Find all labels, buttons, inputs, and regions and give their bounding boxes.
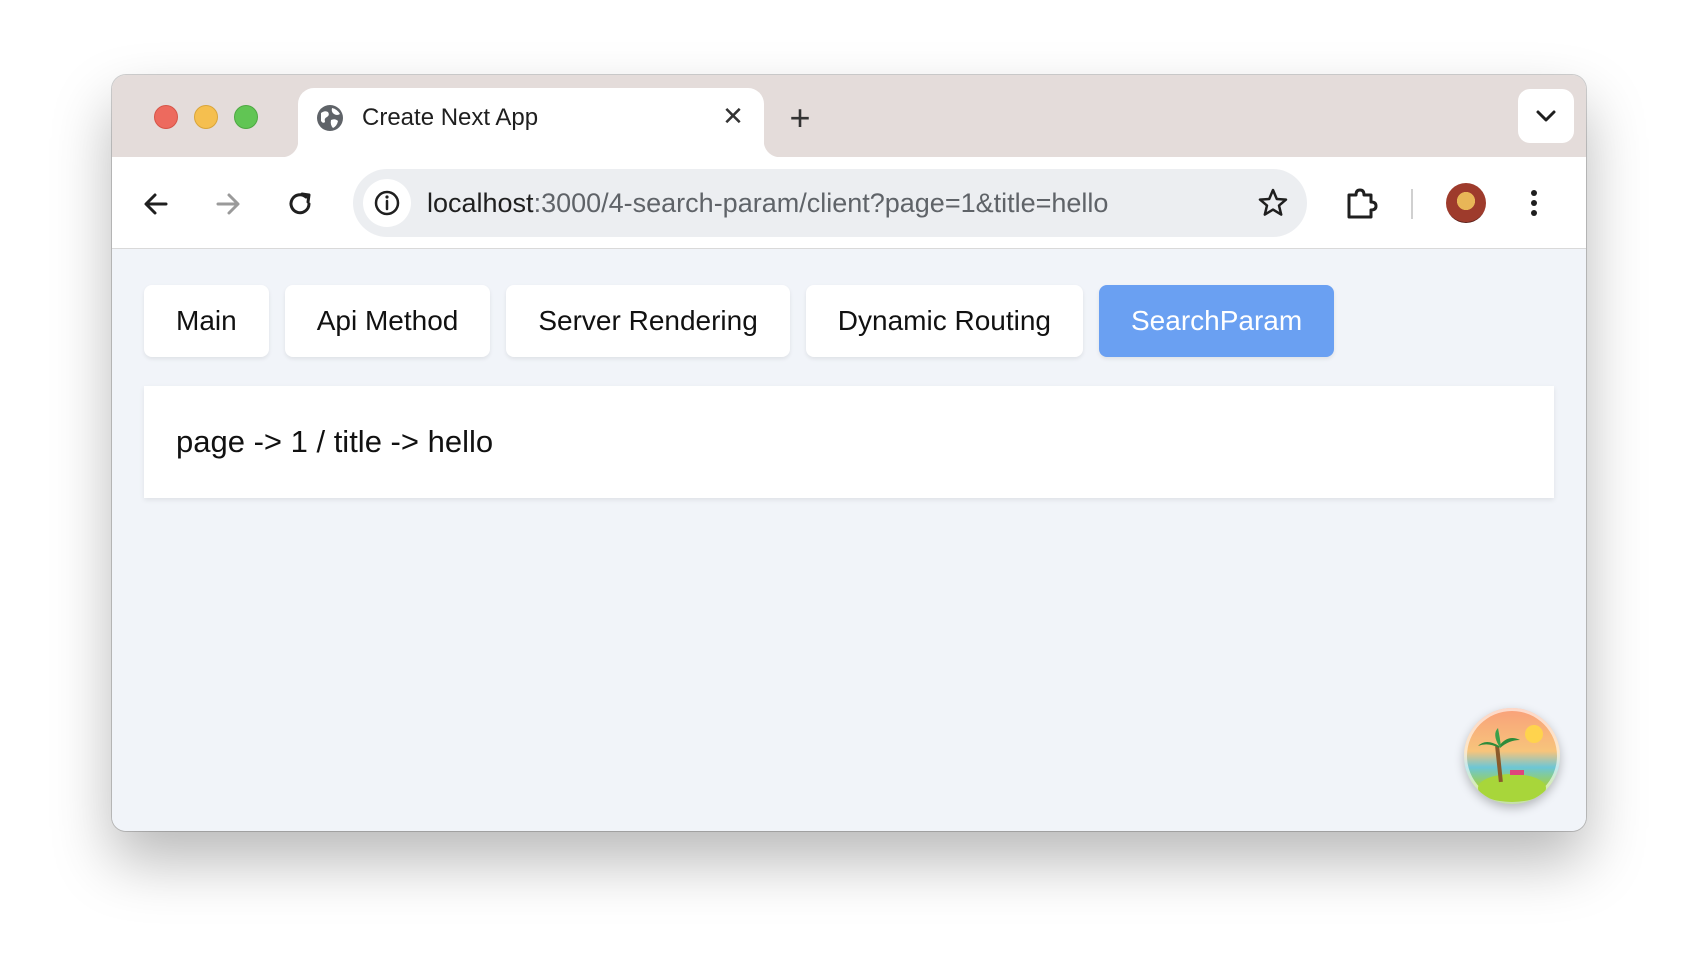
forward-arrow-icon[interactable] xyxy=(208,184,248,224)
more-vertical-icon[interactable] xyxy=(1516,183,1552,223)
tab-strip: Create Next App ✕ + xyxy=(112,75,1586,157)
chevron-down-icon xyxy=(1536,110,1556,122)
globe-icon xyxy=(317,105,343,131)
page-nav: Main Api Method Server Rendering Dynamic… xyxy=(144,285,1335,357)
search-param-result-card: page -> 1 / title -> hello xyxy=(144,386,1554,498)
nav-server-rendering-button[interactable]: Server Rendering xyxy=(506,285,790,357)
browser-window: Create Next App ✕ + localhost:3000/4-sea… xyxy=(112,75,1586,831)
floating-island-badge[interactable] xyxy=(1464,708,1560,804)
nav-searchparam-button[interactable]: SearchParam xyxy=(1099,285,1335,357)
tab-close-icon[interactable]: ✕ xyxy=(718,101,748,131)
nav-main-button[interactable]: Main xyxy=(144,285,269,357)
page-content: Main Api Method Server Rendering Dynamic… xyxy=(112,250,1586,831)
browser-tab[interactable]: Create Next App ✕ xyxy=(282,88,780,157)
site-info-button[interactable] xyxy=(363,179,411,227)
profile-avatar[interactable] xyxy=(1446,183,1486,223)
zoom-window-button[interactable] xyxy=(234,105,258,129)
address-bar[interactable]: localhost:3000/4-search-param/client?pag… xyxy=(353,169,1307,237)
info-icon xyxy=(374,190,400,216)
tab-search-button[interactable] xyxy=(1518,89,1574,143)
reload-icon[interactable] xyxy=(280,184,320,224)
extensions-puzzle-icon[interactable] xyxy=(1340,183,1382,225)
new-tab-button[interactable]: + xyxy=(784,100,816,136)
toolbar-divider xyxy=(1411,189,1413,219)
minimize-window-button[interactable] xyxy=(194,105,218,129)
url-text: localhost:3000/4-search-param/client?pag… xyxy=(427,188,1108,218)
tab-title: Create Next App xyxy=(362,104,539,131)
nav-dynamic-routing-button[interactable]: Dynamic Routing xyxy=(805,285,1083,357)
search-param-result-text: page -> 1 / title -> hello xyxy=(176,424,494,459)
url-host: localhost xyxy=(427,188,534,218)
url-path: :3000/4-search-param/client?page=1&title… xyxy=(533,188,1109,218)
browser-toolbar: localhost:3000/4-search-param/client?pag… xyxy=(112,157,1586,249)
back-arrow-icon[interactable] xyxy=(136,184,176,224)
nav-api-method-button[interactable]: Api Method xyxy=(284,285,491,357)
close-window-button[interactable] xyxy=(154,105,178,129)
bookmark-star-icon[interactable] xyxy=(1253,183,1293,223)
palm-island-icon xyxy=(1478,725,1546,802)
